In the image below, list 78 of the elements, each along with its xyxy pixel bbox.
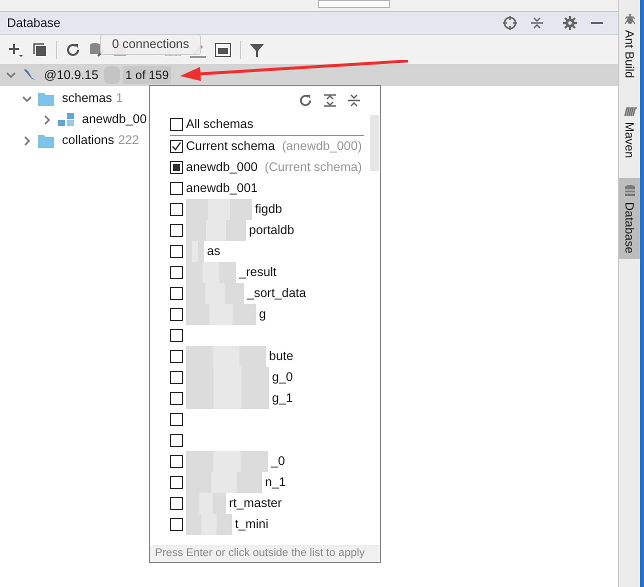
schema-name[interactable]: g xyxy=(259,305,266,324)
crosshair-icon[interactable] xyxy=(503,16,517,30)
folder-icon xyxy=(38,92,54,106)
checkbox[interactable] xyxy=(170,308,183,321)
checkbox[interactable] xyxy=(170,455,183,468)
blur-patch xyxy=(186,199,252,220)
tree-item-label[interactable]: anewdb_00 xyxy=(82,110,147,129)
filter-icon[interactable] xyxy=(250,42,264,56)
schema-name[interactable]: g_0 xyxy=(272,368,293,387)
database-icon xyxy=(622,184,636,198)
checkbox[interactable] xyxy=(170,287,183,300)
item-count: 1 xyxy=(116,90,123,108)
dolphin-icon xyxy=(22,67,38,83)
schema-name[interactable]: rt_master xyxy=(229,494,282,513)
checkbox[interactable] xyxy=(170,350,183,363)
caret-icon[interactable] xyxy=(22,94,32,104)
blur-patch xyxy=(186,304,256,325)
schema-name[interactable]: _result xyxy=(239,263,277,282)
tree-item-label[interactable]: schemas xyxy=(62,89,112,108)
folder-icon xyxy=(38,134,54,148)
checkbox[interactable] xyxy=(170,224,183,237)
tooltip: 0 connections xyxy=(100,34,202,55)
checkbox[interactable] xyxy=(170,203,183,216)
schema-name[interactable]: bute xyxy=(269,347,294,366)
checkbox[interactable] xyxy=(170,392,183,405)
settings-icon[interactable] xyxy=(563,16,577,30)
checkbox[interactable] xyxy=(170,413,183,426)
collapse-icon[interactable] xyxy=(531,17,543,29)
caret-icon[interactable] xyxy=(6,70,16,80)
checkbox[interactable] xyxy=(170,434,183,447)
side-tab[interactable]: Maven xyxy=(619,98,640,164)
caret-icon[interactable] xyxy=(42,114,52,124)
checkbox[interactable] xyxy=(170,266,183,279)
collapse-all-icon[interactable] xyxy=(348,94,360,106)
schema-count-badge[interactable]: 1 of 159 xyxy=(123,66,171,84)
schema-name[interactable]: _sort_data xyxy=(247,284,306,303)
item-count: 222 xyxy=(118,132,139,150)
schema-hint: (Current schema) xyxy=(264,159,362,176)
add-icon[interactable] xyxy=(8,42,24,58)
schema-name[interactable]: portaldb xyxy=(249,221,294,240)
checkbox[interactable] xyxy=(170,371,183,384)
schema-name[interactable]: Current schema xyxy=(186,137,275,156)
schema-name[interactable]: anewdb_001 xyxy=(186,179,258,198)
checkbox[interactable] xyxy=(170,161,183,174)
tree-item-label[interactable]: collations xyxy=(62,131,114,150)
refresh-icon[interactable] xyxy=(66,42,80,56)
connection-name: @10.9.15 xyxy=(44,66,98,84)
checkbox[interactable] xyxy=(170,497,183,510)
expand-all-icon[interactable] xyxy=(324,94,336,106)
blur-patch xyxy=(186,514,232,535)
panel-title: Database xyxy=(7,14,61,32)
schema-name[interactable]: _0 xyxy=(271,452,285,471)
checkbox[interactable] xyxy=(170,518,183,531)
checkbox[interactable] xyxy=(170,329,183,342)
side-tab[interactable]: Database xyxy=(619,178,640,260)
copy-icon[interactable] xyxy=(33,42,47,56)
schema-name[interactable]: as xyxy=(207,242,220,261)
schema-name[interactable]: figdb xyxy=(255,200,282,219)
side-tab[interactable]: Ant Build xyxy=(619,6,640,84)
checkbox[interactable] xyxy=(170,245,183,258)
footer-hint: Press Enter or click outside the list to apply xyxy=(150,545,380,562)
ant-icon xyxy=(622,12,636,26)
schema-hint: (anewdb_000) xyxy=(282,138,362,156)
checkbox[interactable] xyxy=(170,140,183,153)
refresh-icon[interactable] xyxy=(299,94,312,106)
schema-name[interactable]: g_1 xyxy=(272,389,293,408)
schema-name[interactable]: n_1 xyxy=(265,473,286,492)
checkbox[interactable] xyxy=(170,476,183,489)
maven-icon xyxy=(622,104,636,118)
schema-name[interactable]: t_mini xyxy=(235,515,268,534)
schema-icon xyxy=(58,112,74,126)
checkbox[interactable] xyxy=(170,118,183,131)
checkbox[interactable] xyxy=(170,182,183,195)
schema-name[interactable]: All schemas xyxy=(186,115,254,134)
console-icon[interactable] xyxy=(215,42,231,56)
schema-name[interactable]: anewdb_000 xyxy=(186,158,258,177)
scrollbar[interactable] xyxy=(370,115,379,171)
caret-icon[interactable] xyxy=(22,136,32,146)
